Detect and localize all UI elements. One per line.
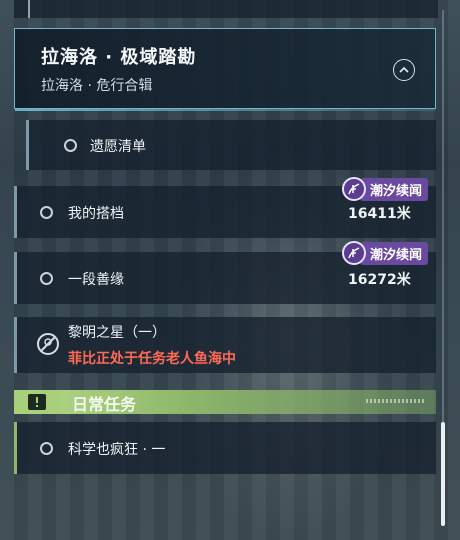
quest-warning: 菲比正处于任务老人鱼海中: [68, 351, 236, 367]
quest-label: 一段善缘: [68, 272, 124, 288]
quest-group-title: 拉海洛 · 极域踏勘: [41, 47, 197, 68]
blocked-icon: [36, 332, 60, 360]
quest-panel: 拉海洛 · 极域踏勘 拉海洛 · 危行合辑 遗愿清单 我的搭档 潮汐续闻 164…: [14, 0, 438, 540]
quest-group-header[interactable]: 拉海洛 · 极域踏勘 拉海洛 · 危行合辑: [14, 28, 436, 111]
daily-section-title: 日常任务: [72, 395, 137, 414]
tide-icon: [342, 177, 366, 201]
daily-section-header: 日常任务: [14, 390, 436, 414]
quest-status-icon: [40, 272, 53, 285]
quest-label: 我的搭档: [68, 206, 124, 222]
quest-status-icon: [64, 139, 77, 152]
quest-label: 遗愿清单: [90, 139, 146, 155]
decorative-text: [366, 399, 426, 403]
quest-item[interactable]: 科学也疯狂 · 一: [14, 422, 436, 474]
quest-badge: 潮汐续闻: [342, 241, 429, 265]
badge-label: 潮汐续闻: [360, 241, 429, 265]
badge-label: 潮汐续闻: [360, 177, 429, 201]
quest-distance: 16272米: [348, 272, 411, 288]
quest-item[interactable]: 黎明之星（一） 菲比正处于任务老人鱼海中: [14, 317, 436, 373]
alert-icon: [14, 390, 60, 414]
quest-status-icon: [40, 206, 53, 219]
quest-label: 黎明之星（一）: [68, 325, 166, 341]
previous-item-edge: [14, 0, 438, 18]
quest-badge: 潮汐续闻: [342, 177, 429, 201]
tide-icon: [342, 241, 366, 265]
chevron-up-icon: [399, 66, 409, 73]
quest-group-subtitle: 拉海洛 · 危行合辑: [41, 78, 153, 94]
quest-status-icon: [40, 442, 53, 455]
quest-item[interactable]: 遗愿清单: [26, 120, 436, 170]
quest-distance: 16411米: [348, 206, 411, 222]
collapse-button[interactable]: [393, 59, 415, 81]
scrollbar-thumb[interactable]: [441, 422, 445, 526]
quest-label: 科学也疯狂 · 一: [68, 442, 166, 458]
